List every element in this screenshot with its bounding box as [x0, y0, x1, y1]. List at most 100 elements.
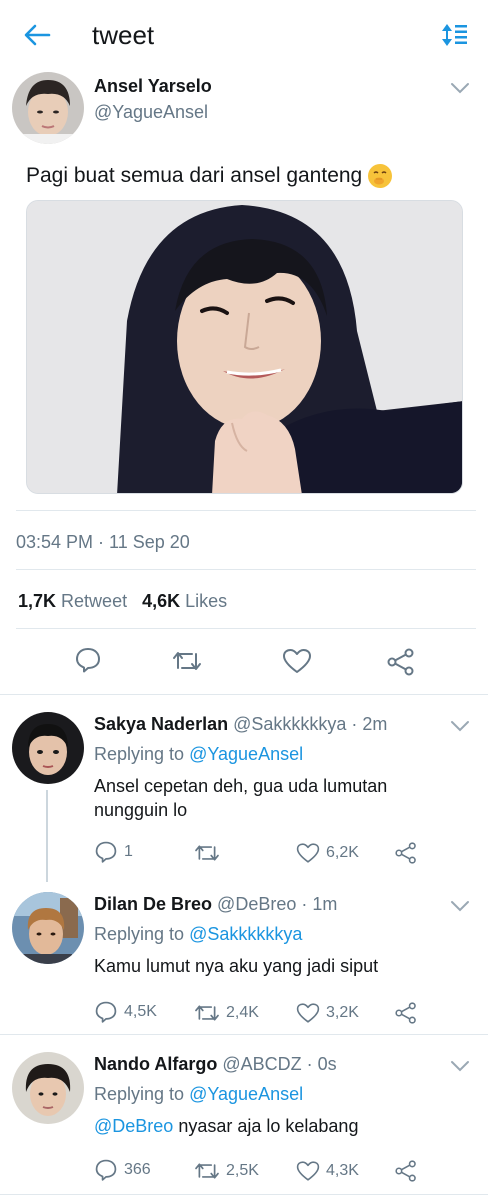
- replying-mention[interactable]: @YagueAnsel: [189, 1084, 303, 1104]
- reply-header: Dilan De Breo @DeBreo · 1m: [94, 894, 337, 915]
- avatar[interactable]: [12, 712, 84, 784]
- reply-button[interactable]: [74, 646, 102, 674]
- back-button[interactable]: [20, 20, 54, 50]
- retweet-button[interactable]: 2,4K: [194, 1002, 259, 1024]
- retweet-icon: [195, 1005, 219, 1021]
- like-icon: [296, 1003, 320, 1023]
- retweet-count[interactable]: 1,7K: [18, 591, 56, 611]
- reply-count: 4,5K: [124, 1003, 157, 1020]
- tweet-options-button[interactable]: [448, 1056, 472, 1076]
- tweet-text: Pagi buat semua dari ansel ganteng: [26, 164, 393, 188]
- divider: [0, 1194, 488, 1195]
- replying-mention[interactable]: @YagueAnsel: [189, 744, 303, 764]
- like-icon: [283, 649, 311, 673]
- reply-time: · 2m: [351, 714, 388, 734]
- like-icon: [296, 1161, 320, 1181]
- share-icon: [387, 648, 414, 676]
- retweet-count: 2,5K: [226, 1162, 259, 1179]
- divider: [16, 569, 476, 570]
- emoji-icon: [368, 164, 393, 188]
- author-handle[interactable]: @ABCDZ: [222, 1054, 301, 1074]
- reply-tweet[interactable]: Dilan De Breo @DeBreo · 1m Replying to @…: [0, 892, 488, 1032]
- replying-prefix: Replying to: [94, 744, 185, 764]
- author-name[interactable]: Dilan De Breo: [94, 894, 212, 914]
- retweet-button[interactable]: [194, 842, 226, 864]
- retweet-icon: [195, 1163, 219, 1179]
- tweet-options-button[interactable]: [448, 716, 472, 736]
- page-title: tweet: [92, 20, 155, 50]
- avatar[interactable]: [12, 1052, 84, 1124]
- tweet-options-button[interactable]: [448, 78, 472, 98]
- share-button[interactable]: [394, 1002, 418, 1024]
- retweet-count: 2,4K: [226, 1004, 259, 1021]
- like-count: 6,2K: [326, 844, 359, 861]
- avatar[interactable]: [12, 892, 84, 964]
- likes-label[interactable]: Likes: [185, 591, 227, 611]
- reply-icon: [95, 1001, 117, 1023]
- chevron-down-icon: [451, 1061, 469, 1072]
- chevron-down-icon: [451, 83, 469, 94]
- reply-tweet[interactable]: Sakya Naderlan @Sakkkkkkya · 2m Replying…: [0, 712, 488, 882]
- reply-time: · 0s: [306, 1054, 337, 1074]
- replying-to: Replying to @Sakkkkkkya: [94, 924, 302, 945]
- like-count: 4,3K: [326, 1162, 359, 1179]
- reply-icon: [76, 648, 100, 673]
- share-button[interactable]: [394, 842, 418, 864]
- author-handle[interactable]: @DeBreo: [217, 894, 296, 914]
- share-button[interactable]: [394, 1160, 418, 1182]
- replying-to: Replying to @YagueAnsel: [94, 744, 303, 765]
- reply-tweet[interactable]: Nando Alfargo @ABCDZ · 0s Replying to @Y…: [0, 1052, 488, 1192]
- share-button[interactable]: [386, 648, 416, 676]
- like-button[interactable]: 4,3K: [296, 1160, 359, 1182]
- replying-prefix: Replying to: [94, 1084, 185, 1104]
- like-button[interactable]: 6,2K: [296, 842, 359, 864]
- author-name[interactable]: Ansel Yarselo: [94, 76, 212, 97]
- back-arrow-icon: [24, 24, 51, 46]
- retweet-icon: [195, 845, 219, 861]
- like-icon: [296, 843, 320, 863]
- author-handle[interactable]: @YagueAnsel: [94, 102, 208, 123]
- retweet-button[interactable]: [172, 648, 202, 674]
- reply-icon: [95, 841, 117, 863]
- reply-text: Ansel cepetan deh, gua uda lumutan nungg…: [94, 776, 388, 820]
- reply-header: Sakya Naderlan @Sakkkkkkya · 2m: [94, 714, 387, 735]
- like-button[interactable]: [282, 648, 312, 674]
- tweet-stats: 1,7K Retweet 4,6K Likes: [18, 591, 227, 612]
- author-handle[interactable]: @Sakkkkkkya: [233, 714, 346, 734]
- reply-header: Nando Alfargo @ABCDZ · 0s: [94, 1054, 337, 1075]
- share-icon: [395, 1002, 416, 1024]
- sort-icon: [442, 24, 467, 46]
- divider: [0, 1034, 488, 1035]
- replying-prefix: Replying to: [94, 924, 185, 944]
- author-name[interactable]: Nando Alfargo: [94, 1054, 217, 1074]
- tweet-text-content: Pagi buat semua dari ansel ganteng: [26, 164, 363, 187]
- reply-button[interactable]: 1: [94, 840, 133, 864]
- tweet-photo[interactable]: [26, 200, 463, 494]
- tweet-options-button[interactable]: [448, 896, 472, 916]
- reply-text: Kamu lumut nya aku yang jadi siput: [94, 956, 379, 976]
- divider: [16, 628, 476, 629]
- sort-button[interactable]: [438, 20, 472, 50]
- reply-text: @DeBreo nyasar aja lo kelabang: [94, 1114, 454, 1138]
- reply-count: 1: [124, 843, 133, 860]
- chevron-down-icon: [451, 901, 469, 912]
- reply-time: · 1m: [301, 894, 338, 914]
- reply-button[interactable]: 4,5K: [94, 1000, 157, 1024]
- retweet-label[interactable]: Retweet: [61, 591, 127, 611]
- like-button[interactable]: 3,2K: [296, 1002, 359, 1024]
- author-name[interactable]: Sakya Naderlan: [94, 714, 228, 734]
- reply-count: 366: [124, 1161, 151, 1178]
- retweet-icon: [173, 652, 201, 670]
- share-icon: [395, 842, 416, 864]
- inline-mention[interactable]: @DeBreo: [94, 1116, 173, 1136]
- retweet-button[interactable]: 2,5K: [194, 1160, 259, 1182]
- share-icon: [395, 1160, 416, 1182]
- divider: [16, 510, 476, 511]
- reply-icon: [95, 1159, 117, 1181]
- avatar[interactable]: [12, 72, 84, 144]
- replying-mention[interactable]: @Sakkkkkkya: [189, 924, 302, 944]
- reply-button[interactable]: 366: [94, 1158, 151, 1182]
- chevron-down-icon: [451, 721, 469, 732]
- likes-count[interactable]: 4,6K: [142, 591, 180, 611]
- tweet-timestamp: 03:54 PM · 11 Sep 20: [16, 532, 190, 552]
